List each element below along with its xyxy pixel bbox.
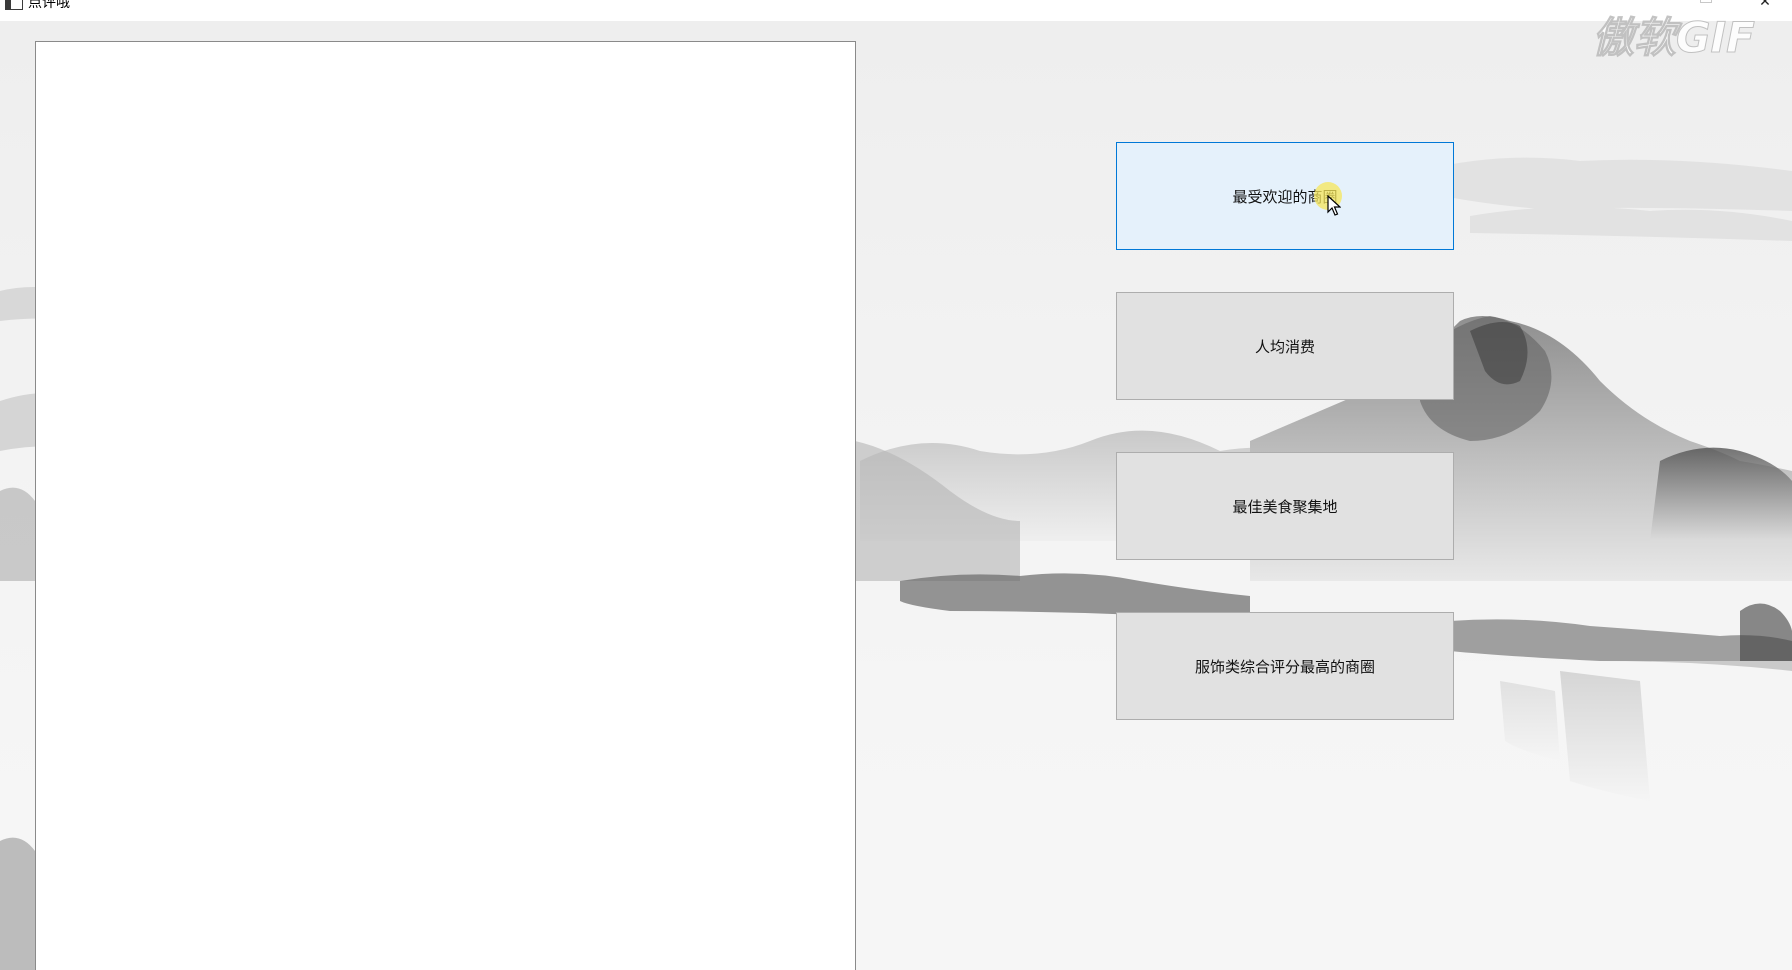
per-capita-spending-button[interactable]: 人均消费 [1116, 292, 1454, 400]
watermark-logo: 傲软GIF [1592, 13, 1756, 63]
top-clothing-district-button[interactable]: 服饰类综合评分最高的商圈 [1116, 612, 1454, 720]
maximize-icon [1700, 0, 1712, 3]
per-capita-spending-label: 人均消费 [1254, 337, 1315, 356]
title-bar: 点评哦 ✕ [0, 0, 1792, 21]
best-food-hub-button[interactable]: 最佳美食聚集地 [1116, 452, 1454, 560]
results-panel [35, 41, 856, 970]
svg-text:傲软GIF: 傲软GIF [1592, 13, 1755, 62]
popular-district-button[interactable]: 最受欢迎的商圈 [1116, 142, 1454, 250]
app-icon [5, 0, 23, 10]
top-clothing-district-label: 服饰类综合评分最高的商圈 [1194, 657, 1375, 676]
mouse-pointer-icon [1327, 195, 1341, 216]
app-window: 点评哦 ✕ 最受欢迎的商圈 人均消费 最佳美食聚集地 服饰类综合评分最高的商圈 … [0, 0, 1792, 970]
best-food-hub-label: 最佳美食聚集地 [1232, 497, 1338, 516]
window-title: 点评哦 [28, 0, 70, 11]
